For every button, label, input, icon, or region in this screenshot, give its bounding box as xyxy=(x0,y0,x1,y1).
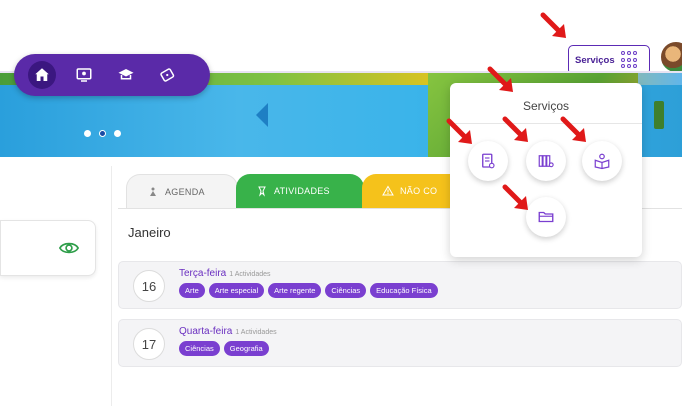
service-library-button[interactable] xyxy=(526,141,566,181)
carousel-dot[interactable] xyxy=(84,130,91,137)
day-row[interactable]: 16 Terça-feira 1 Actividades Arte Arte es… xyxy=(118,261,682,309)
day-number: 17 xyxy=(133,328,165,360)
annotation-arrow-icon xyxy=(540,12,566,38)
library-search-icon xyxy=(538,155,554,168)
annotation-arrow-icon xyxy=(502,184,528,210)
tab-agenda[interactable]: AGENDA xyxy=(126,174,238,208)
folder-icon xyxy=(538,211,554,223)
day-name-label: Quarta-feira xyxy=(179,326,233,337)
subject-tag[interactable]: Arte regente xyxy=(268,283,322,298)
activity-count: 1 Actividades xyxy=(229,271,271,278)
day-row[interactable]: 17 Quarta-feira 1 Actividades Ciências Ge… xyxy=(118,319,682,367)
service-documents-button[interactable] xyxy=(468,141,508,181)
monitor-icon xyxy=(76,68,92,82)
carousel-dot-active[interactable] xyxy=(99,130,106,137)
service-reading-button[interactable] xyxy=(582,141,622,181)
tab-nao-concluidas-label: NÃO CO xyxy=(400,186,438,196)
nav-monitor[interactable] xyxy=(70,61,98,89)
nav-home[interactable] xyxy=(28,61,56,89)
carousel-dots xyxy=(84,130,121,137)
annotation-arrow-icon xyxy=(502,116,528,142)
tab-agenda-label: AGENDA xyxy=(165,186,205,197)
services-dropdown: Serviços xyxy=(450,83,642,257)
document-icon xyxy=(482,153,495,169)
subject-tag[interactable]: Arte xyxy=(179,283,205,298)
subject-tag[interactable]: Arte especial xyxy=(208,283,265,298)
subject-tags: Arte Arte especial Arte regente Ciências… xyxy=(179,283,438,298)
services-dropdown-title: Serviços xyxy=(522,99,569,113)
apps-grid-icon xyxy=(620,51,639,69)
pin-icon xyxy=(258,186,266,197)
annotation-arrow-icon xyxy=(487,66,513,92)
home-icon xyxy=(35,68,49,81)
annotation-arrow-icon xyxy=(446,118,472,144)
day-name: Quarta-feira 1 Actividades xyxy=(179,326,277,337)
activity-count: 1 Actividades xyxy=(235,329,277,336)
tab-atividades[interactable]: ATIVIDADES xyxy=(236,174,364,208)
graduation-cap-icon xyxy=(118,69,134,80)
service-folder-button[interactable] xyxy=(526,197,566,237)
warning-icon xyxy=(382,185,394,196)
day-name-label: Terça-feira xyxy=(179,268,227,279)
nav-courses[interactable] xyxy=(112,61,140,89)
banner-prev-arrow-icon[interactable] xyxy=(256,103,268,127)
tab-atividades-label: ATIVIDADES xyxy=(274,186,330,196)
main-nav xyxy=(14,54,210,96)
subject-tags: Ciências Geografia xyxy=(179,341,269,356)
subject-tag[interactable]: Educação Física xyxy=(370,283,438,298)
left-sidebar xyxy=(0,166,112,406)
divider xyxy=(450,123,642,124)
carousel-dot[interactable] xyxy=(114,130,121,137)
annotation-arrow-icon xyxy=(560,116,586,142)
month-title: Janeiro xyxy=(128,225,171,240)
calendar-person-icon xyxy=(150,187,156,196)
reading-icon xyxy=(594,153,610,170)
tickets-icon xyxy=(160,68,175,82)
visibility-card[interactable] xyxy=(0,220,96,276)
subject-tag[interactable]: Ciências xyxy=(179,341,220,356)
services-button-label: Serviços xyxy=(575,54,615,66)
banner-next-arrow-icon[interactable] xyxy=(654,101,664,129)
day-name: Terça-feira 1 Actividades xyxy=(179,268,271,279)
subject-tag[interactable]: Ciências xyxy=(325,283,367,298)
nav-tickets[interactable] xyxy=(154,61,182,89)
eye-icon[interactable] xyxy=(59,241,79,255)
subject-tag[interactable]: Geografia xyxy=(223,341,269,356)
day-number: 16 xyxy=(133,270,165,302)
